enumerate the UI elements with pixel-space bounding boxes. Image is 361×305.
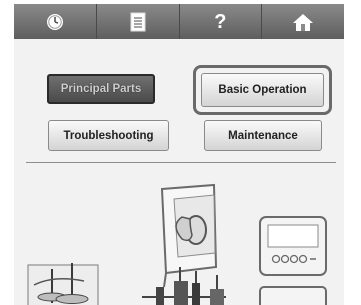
home-icon: [293, 13, 314, 31]
principal-parts-button[interactable]: Principal Parts: [47, 74, 155, 104]
principal-parts-label: Principal Parts: [60, 83, 142, 95]
machine-knob-illustration: [160, 183, 218, 288]
maintenance-button[interactable]: Maintenance: [204, 120, 322, 151]
basic-operation-button[interactable]: Basic Operation: [201, 73, 324, 107]
tab-home[interactable]: [262, 4, 344, 39]
tab-document[interactable]: [96, 4, 180, 39]
lcd-panel-illustration: [259, 216, 327, 305]
question-icon: ?: [214, 10, 227, 33]
machine-illustration: [27, 183, 327, 305]
spool-stand-illustration: [27, 263, 99, 305]
tab-help[interactable]: ?: [179, 4, 263, 39]
thread-tension-illustration: [142, 267, 226, 305]
troubleshooting-label: Troubleshooting: [63, 129, 154, 142]
document-icon: [130, 12, 146, 31]
divider: [26, 162, 336, 163]
maintenance-label: Maintenance: [228, 129, 298, 142]
tab-clock[interactable]: [14, 4, 97, 39]
troubleshooting-button[interactable]: Troubleshooting: [48, 120, 169, 151]
clock-icon: [46, 13, 63, 30]
top-tab-bar: ?: [14, 4, 344, 39]
basic-operation-label: Basic Operation: [218, 84, 307, 96]
help-screen: ? Principal Parts Basic Operation Troubl…: [14, 4, 344, 305]
